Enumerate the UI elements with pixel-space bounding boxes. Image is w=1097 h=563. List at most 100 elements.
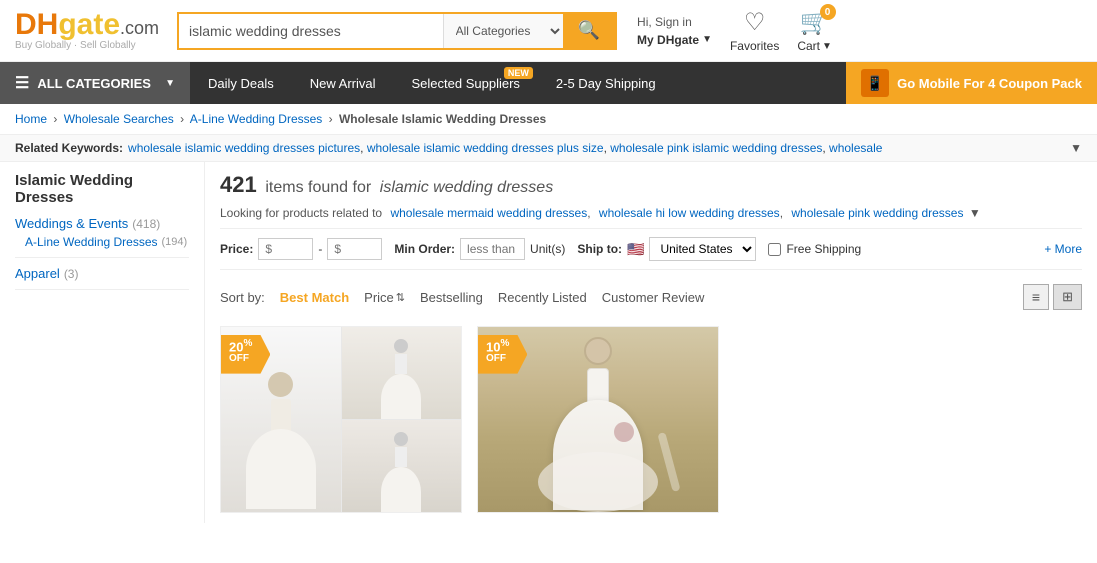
product-card[interactable]: 20%OFF	[220, 326, 462, 513]
breadcrumb-current: Wholesale Islamic Wedding Dresses	[339, 112, 546, 126]
breadcrumb-wholesale-searches[interactable]: Wholesale Searches	[64, 112, 174, 126]
expand-icon[interactable]: ▼	[1070, 141, 1082, 155]
related-products-row: Looking for products related to wholesal…	[220, 206, 1082, 220]
heart-icon: ♡	[744, 8, 766, 37]
sort-best-match[interactable]: Best Match	[280, 290, 349, 305]
sort-recently-listed[interactable]: Recently Listed	[498, 290, 587, 305]
nav-link-selected-suppliers[interactable]: Selected Suppliers NEW	[394, 62, 538, 104]
results-panel: 421 items found for islamic wedding dres…	[205, 162, 1097, 523]
results-header: 421 items found for islamic wedding dres…	[220, 172, 1082, 198]
sidebar-subcat-aline-label: A-Line Wedding Dresses	[25, 235, 158, 249]
price-from-input[interactable]	[258, 238, 313, 260]
search-button[interactable]: 🔍	[563, 14, 615, 48]
cart-label: Cart ▼	[797, 39, 832, 53]
sidebar-cat-apparel-label: Apparel	[15, 266, 60, 281]
coupon-banner[interactable]: 📱 Go Mobile For 4 Coupon Pack	[846, 62, 1097, 104]
cart-badge: 0	[820, 4, 836, 20]
coupon-icon: 📱	[861, 69, 889, 97]
ship-to-filter: Ship to: 🇺🇸 United States	[577, 237, 756, 261]
price-to-input[interactable]	[327, 238, 382, 260]
price-filter: Price: -	[220, 238, 382, 260]
logo-gate: gate	[58, 10, 120, 40]
search-bar: All Categories 🔍	[177, 12, 617, 50]
logo-com: .com	[120, 19, 159, 37]
results-count-num: 421	[220, 172, 257, 197]
breadcrumb-aline[interactable]: A-Line Wedding Dresses	[190, 112, 323, 126]
price-label: Price:	[220, 242, 253, 256]
related-keyword-3[interactable]: wholesale pink islamic wedding dresses	[610, 141, 822, 155]
more-filters-link[interactable]: + More	[1044, 242, 1082, 256]
results-items-text: items found for	[265, 179, 371, 196]
sidebar-cat-weddings[interactable]: Weddings & Events (418)	[15, 214, 189, 233]
product-image-1: 20%OFF	[221, 327, 461, 512]
min-order-filter: Min Order: Unit(s)	[394, 238, 565, 260]
units-label: Unit(s)	[530, 242, 565, 256]
breadcrumb-sep-3: ›	[329, 112, 333, 126]
price-separator: -	[318, 242, 322, 256]
sort-label: Sort by:	[220, 290, 265, 305]
related-keywords-links: wholesale islamic wedding dresses pictur…	[128, 141, 1065, 155]
related-products-text: Looking for products related to	[220, 206, 382, 220]
sort-price[interactable]: Price ⇅	[364, 290, 405, 305]
header-right: Hi, Sign in My DHgate ▼ ♡ Favorites 🛒 0 …	[637, 8, 832, 53]
main: Islamic Wedding Dresses Weddings & Event…	[0, 162, 1097, 523]
category-select[interactable]: All Categories	[443, 14, 563, 48]
account-section: Hi, Sign in My DHgate ▼	[637, 13, 712, 49]
breadcrumb: Home › Wholesale Searches › A-Line Weddi…	[0, 104, 1097, 135]
min-order-label: Min Order:	[394, 242, 455, 256]
nav: ☰ ALL CATEGORIES ▼ Daily Deals New Arriv…	[0, 62, 1097, 104]
sidebar-divider-2	[15, 289, 189, 290]
sidebar-cat-weddings-count: (418)	[132, 217, 160, 231]
product-card-2[interactable]: 10%OFF	[477, 326, 719, 513]
related-keyword-2[interactable]: wholesale islamic wedding dresses plus s…	[367, 141, 604, 155]
nav-link-shipping[interactable]: 2-5 Day Shipping	[538, 62, 674, 104]
breadcrumb-sep-2: ›	[180, 112, 184, 126]
min-order-input[interactable]	[460, 238, 525, 260]
header: DHgate.com Buy Globally · Sell Globally …	[0, 0, 1097, 62]
nav-link-daily-deals[interactable]: Daily Deals	[190, 62, 292, 104]
breadcrumb-home[interactable]: Home	[15, 112, 47, 126]
related-product-2[interactable]: wholesale hi low wedding dresses	[599, 206, 780, 220]
free-shipping-filter: Free Shipping	[768, 242, 861, 256]
ship-to-label: Ship to:	[577, 242, 622, 256]
hi-sign-in: Hi, Sign in	[637, 13, 712, 31]
sidebar-subcat-aline-count: (194)	[162, 236, 188, 248]
sort-customer-review[interactable]: Customer Review	[602, 290, 705, 305]
related-product-1[interactable]: wholesale mermaid wedding dresses	[390, 206, 587, 220]
my-dhgate-link[interactable]: My DHgate ▼	[637, 31, 712, 49]
coupon-text: Go Mobile For 4 Coupon Pack	[897, 76, 1082, 91]
sidebar-cat-apparel-count: (3)	[64, 267, 79, 281]
sort-bar: Sort by: Best Match Price ⇅ Bestselling …	[220, 278, 1082, 316]
grid-view-btn[interactable]: ⊞	[1053, 284, 1082, 310]
nav-link-new-arrival[interactable]: New Arrival	[292, 62, 394, 104]
new-badge: NEW	[504, 67, 533, 79]
cart-section[interactable]: 🛒 0 Cart ▼	[797, 8, 832, 53]
favorites-label: Favorites	[730, 39, 779, 53]
related-keyword-1[interactable]: wholesale islamic wedding dresses pictur…	[128, 141, 360, 155]
results-query: islamic wedding dresses	[380, 179, 553, 196]
logo-dh: DH	[15, 10, 58, 40]
related-product-3[interactable]: wholesale pink wedding dresses	[791, 206, 963, 220]
expand-more-icon[interactable]: ▼	[969, 206, 981, 220]
list-view-btn[interactable]: ≡	[1023, 284, 1049, 310]
product-grid: 20%OFF	[220, 326, 1082, 513]
related-keyword-4[interactable]: wholesale	[829, 141, 882, 155]
ship-to-select[interactable]: United States	[649, 237, 756, 261]
filters-bar: Price: - Min Order: Unit(s) Ship to: 🇺🇸 …	[220, 228, 1082, 270]
sidebar-subcat-aline[interactable]: A-Line Wedding Dresses (194)	[15, 233, 189, 251]
favorites-section[interactable]: ♡ Favorites	[730, 8, 779, 53]
related-keywords-label: Related Keywords:	[15, 141, 123, 155]
free-shipping-checkbox[interactable]	[768, 243, 781, 256]
menu-icon: ☰	[15, 73, 29, 93]
search-input[interactable]	[179, 14, 443, 48]
flag-icon: 🇺🇸	[627, 241, 644, 258]
product-image-2: 10%OFF	[478, 327, 718, 512]
all-categories-btn[interactable]: ☰ ALL CATEGORIES ▼	[0, 62, 190, 104]
discount-badge-2: 10%OFF	[478, 335, 527, 374]
logo[interactable]: DHgate.com Buy Globally · Sell Globally	[15, 10, 159, 51]
sidebar-cat-apparel[interactable]: Apparel (3)	[15, 264, 189, 283]
sort-bestselling[interactable]: Bestselling	[420, 290, 483, 305]
discount-badge-1: 20%OFF	[221, 335, 270, 374]
breadcrumb-sep-1: ›	[53, 112, 57, 126]
free-shipping-label: Free Shipping	[786, 242, 861, 256]
